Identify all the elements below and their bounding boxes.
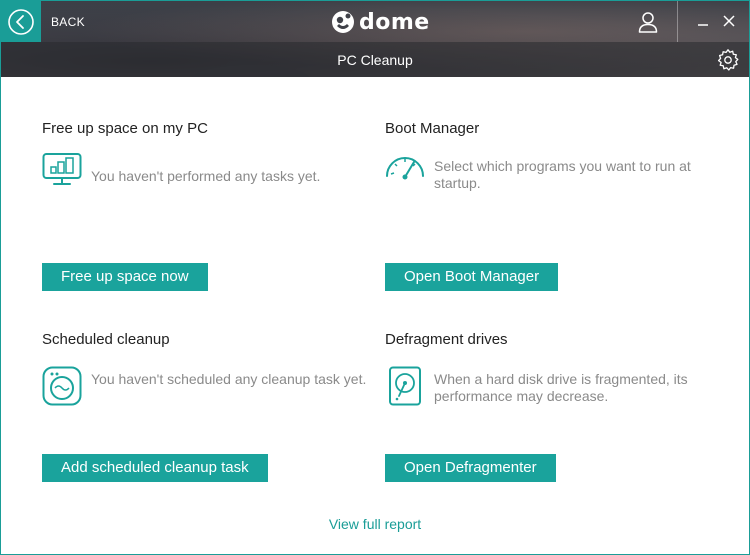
view-full-report-link[interactable]: View full report [1, 516, 749, 532]
panda-icon [332, 11, 354, 33]
open-boot-manager-button[interactable]: Open Boot Manager [385, 263, 559, 291]
back-label[interactable]: BACK [51, 15, 85, 29]
free-up-space-title: Free up space on my PC [42, 120, 208, 137]
free-up-space-description: You haven't performed any tasks yet. [91, 168, 321, 184]
scheduled-cleanup-section: Scheduled cleanup You haven't scheduled … [42, 331, 372, 486]
minimize-icon [698, 24, 708, 26]
free-up-space-section: Free up space on my PC You haven't perfo… [42, 120, 372, 295]
washing-machine-icon [42, 366, 82, 406]
speedometer-icon [385, 148, 425, 188]
gear-icon [717, 49, 739, 71]
settings-button[interactable] [715, 47, 741, 73]
boot-manager-title: Boot Manager [385, 120, 480, 137]
title-bar: PC Cleanup [1, 42, 749, 77]
close-button[interactable] [719, 11, 739, 31]
user-icon [638, 12, 658, 33]
chevron-left-circle-icon [8, 8, 34, 35]
user-account-button[interactable] [631, 7, 665, 37]
minimize-button[interactable] [693, 11, 713, 31]
header: BACK dome PC Cleanup [1, 1, 749, 77]
app-logo: dome [331, 8, 430, 36]
monitor-chart-icon [42, 148, 82, 188]
close-icon [723, 15, 735, 27]
free-up-space-button[interactable]: Free up space now [42, 263, 208, 291]
logo-text: dome [359, 9, 430, 35]
defragment-section: Defragment drives When a hard disk drive… [385, 331, 715, 486]
scheduled-cleanup-description: You haven't scheduled any cleanup task y… [91, 371, 367, 387]
back-button[interactable] [1, 1, 41, 42]
boot-manager-section: Boot Manager Select which programs you w… [385, 120, 715, 295]
page-title: PC Cleanup [337, 52, 413, 68]
defragment-description: When a hard disk drive is fragmented, it… [434, 371, 688, 404]
header-divider [677, 1, 678, 42]
app-window: BACK dome PC Cleanup Free up space on my… [0, 0, 750, 555]
add-scheduled-cleanup-button[interactable]: Add scheduled cleanup task [42, 454, 268, 482]
scheduled-cleanup-title: Scheduled cleanup [42, 331, 170, 348]
boot-manager-description: Select which programs you want to run at… [434, 158, 691, 191]
defragment-title: Defragment drives [385, 331, 508, 348]
hard-disk-icon [385, 366, 425, 406]
open-defragmenter-button[interactable]: Open Defragmenter [385, 454, 556, 482]
